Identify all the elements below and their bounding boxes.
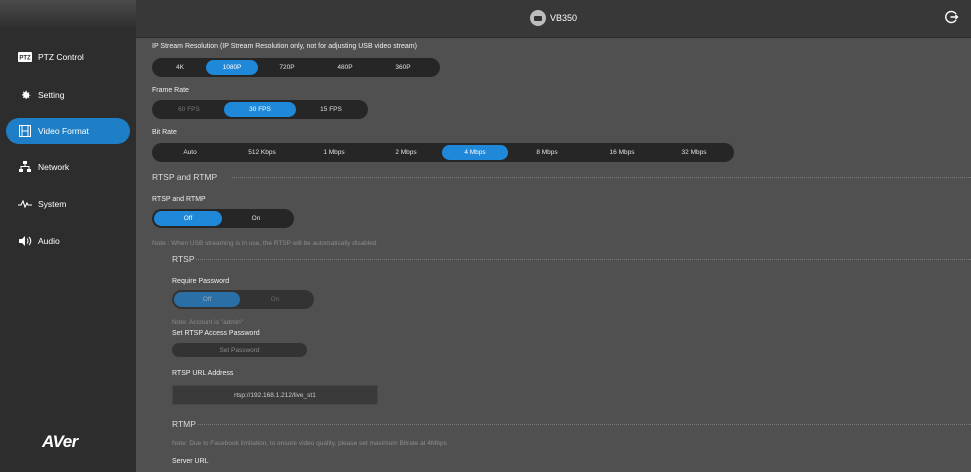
bit-rate-option-auto[interactable]: Auto xyxy=(154,145,226,160)
bit-rate-selector: Auto 512 Kbps 1 Mbps 2 Mbps 4 Mbps 8 Mbp… xyxy=(152,143,734,162)
bit-rate-option-32mbps[interactable]: 32 Mbps xyxy=(658,145,730,160)
pulse-icon xyxy=(18,197,32,211)
section-divider xyxy=(198,424,971,425)
resolution-label: IP Stream Resolution (IP Stream Resoluti… xyxy=(152,43,417,50)
require-password-toggle: Off On xyxy=(172,290,314,309)
resolution-option-360p[interactable]: 360P xyxy=(374,60,432,75)
aver-logo: AVer xyxy=(42,432,78,451)
video-format-icon xyxy=(18,124,32,138)
frame-rate-option-30[interactable]: 30 FPS xyxy=(224,102,296,117)
sidebar: PTZ PTZ Control Setting Video Format Net… xyxy=(0,0,136,472)
sidebar-item-ptz-control[interactable]: PTZ PTZ Control xyxy=(0,44,136,70)
camera-icon xyxy=(530,10,546,26)
network-icon xyxy=(18,160,32,174)
bit-rate-option-16mbps[interactable]: 16 Mbps xyxy=(586,145,658,160)
video-format-panel: IP Stream Resolution (IP Stream Resoluti… xyxy=(136,38,971,472)
sidebar-item-label: Video Format xyxy=(38,126,89,136)
rtsp-rtmp-section-title: RTSP and RTMP xyxy=(152,172,218,182)
sidebar-item-label: PTZ Control xyxy=(38,52,84,62)
device-indicator: VB350 xyxy=(530,10,577,26)
account-note: Note: Account is "admin" xyxy=(172,319,244,326)
rtmp-note: Note: Due to Facebook limitation, to ens… xyxy=(172,440,447,447)
device-name: VB350 xyxy=(550,13,578,23)
frame-rate-option-60[interactable]: 60 FPS xyxy=(154,102,224,117)
rtsp-rtmp-option-on[interactable]: On xyxy=(222,211,290,226)
resolution-option-720p[interactable]: 720P xyxy=(258,60,316,75)
bit-rate-label: Bit Rate xyxy=(152,129,177,136)
section-divider xyxy=(232,177,971,178)
require-password-option-on[interactable]: On xyxy=(240,292,310,307)
rtsp-rtmp-option-off[interactable]: Off xyxy=(154,211,222,226)
resolution-option-480p[interactable]: 480P xyxy=(316,60,374,75)
sidebar-item-label: Network xyxy=(38,162,70,172)
require-password-label: Require Password xyxy=(172,278,230,285)
sidebar-header xyxy=(0,0,136,28)
sidebar-item-label: Setting xyxy=(38,90,65,100)
rtsp-url-label: RTSP URL Address xyxy=(172,370,234,377)
speaker-icon xyxy=(18,234,32,248)
gear-icon xyxy=(18,88,32,102)
svg-text:PTZ: PTZ xyxy=(19,56,31,62)
rtmp-section-title: RTMP xyxy=(172,419,196,429)
require-password-option-off[interactable]: Off xyxy=(174,292,240,307)
section-divider xyxy=(196,259,971,260)
rtsp-rtmp-note: Note : When USB streaming is in use, the… xyxy=(152,240,377,247)
ptz-icon: PTZ xyxy=(18,50,32,64)
logout-icon[interactable] xyxy=(945,10,959,24)
rtsp-rtmp-toggle: Off On xyxy=(152,209,294,228)
app-window: PTZ PTZ Control Setting Video Format Net… xyxy=(0,0,971,472)
frame-rate-selector: 60 FPS 30 FPS 15 FPS xyxy=(152,100,368,119)
sidebar-item-label: System xyxy=(38,199,67,209)
bit-rate-option-4mbps[interactable]: 4 Mbps xyxy=(442,145,508,160)
rtsp-url-field[interactable]: rtsp://192.168.1.212/live_st1 xyxy=(172,385,378,405)
sidebar-item-label: Audio xyxy=(38,236,60,246)
set-password-button[interactable]: Set Password xyxy=(172,343,307,357)
sidebar-item-audio[interactable]: Audio xyxy=(0,228,136,254)
frame-rate-label: Frame Rate xyxy=(152,87,189,94)
sidebar-item-video-format[interactable]: Video Format xyxy=(6,118,130,144)
rtsp-section-title: RTSP xyxy=(172,254,195,264)
rtsp-rtmp-toggle-label: RTSP and RTMP xyxy=(152,196,206,203)
server-url-label: Server URL xyxy=(172,458,209,465)
sidebar-item-setting[interactable]: Setting xyxy=(0,82,136,108)
frame-rate-option-15[interactable]: 15 FPS xyxy=(296,102,366,117)
resolution-option-1080p[interactable]: 1080P xyxy=(206,60,258,75)
bit-rate-option-1mbps[interactable]: 1 Mbps xyxy=(298,145,370,160)
resolution-selector: 4K 1080P 720P 480P 360P xyxy=(152,58,440,77)
sidebar-item-network[interactable]: Network xyxy=(0,154,136,180)
top-bar: VB350 xyxy=(136,0,971,38)
sidebar-item-system[interactable]: System xyxy=(0,191,136,217)
bit-rate-option-2mbps[interactable]: 2 Mbps xyxy=(370,145,442,160)
resolution-option-4k[interactable]: 4K xyxy=(154,60,206,75)
set-password-label: Set RTSP Access Password xyxy=(172,330,260,337)
bit-rate-option-8mbps[interactable]: 8 Mbps xyxy=(508,145,586,160)
bit-rate-option-512kbps[interactable]: 512 Kbps xyxy=(226,145,298,160)
